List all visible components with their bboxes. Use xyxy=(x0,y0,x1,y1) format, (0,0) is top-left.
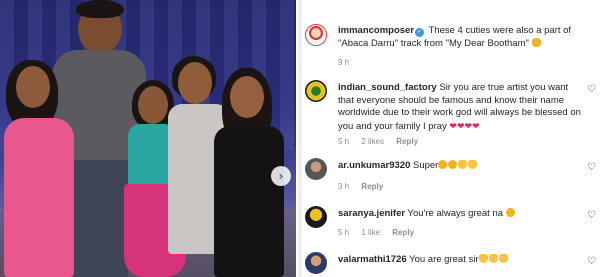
comment-1-meta: 5 h 2 likes Reply xyxy=(338,137,428,146)
comment-2-reply-button[interactable]: Reply xyxy=(361,182,383,191)
comment-4-block: valarmathi1726 You are great sir xyxy=(338,254,584,267)
clapping-hands-emoji-icon xyxy=(488,254,498,263)
like-comment-3-heart-icon[interactable]: ♡ xyxy=(587,210,596,221)
comment-3-likes[interactable]: 1 like xyxy=(361,228,380,237)
comment-2-username[interactable]: ar.unkumar9320 xyxy=(338,160,410,171)
post-photo[interactable]: › xyxy=(0,0,296,277)
chevron-right-icon: › xyxy=(278,169,284,183)
comment-3-text: You're always great na xyxy=(407,208,504,219)
clapping-hands-emoji-icon xyxy=(478,254,488,263)
comment-3-block: saranya.jenifer You're always great na xyxy=(338,208,584,221)
comment-3-meta: 5 h 1 like Reply xyxy=(338,228,424,237)
avatar-valarmathi1726[interactable] xyxy=(305,252,327,274)
comment-2-text: Super xyxy=(413,160,439,171)
comment-2-meta: 3 h Reply xyxy=(338,182,393,191)
like-comment-4-heart-icon[interactable]: ♡ xyxy=(587,256,596,267)
next-photo-button[interactable]: › xyxy=(271,166,291,186)
caption-text-block: immancomposer ✓ These 4 cuties were also … xyxy=(338,25,584,50)
comment-3-username[interactable]: saranya.jenifer xyxy=(338,208,405,219)
comment-1-block: indian_sound_factory Sir you are true ar… xyxy=(338,82,584,133)
like-comment-2-heart-icon[interactable]: ♡ xyxy=(587,162,596,173)
thumbs-up-emoji-icon xyxy=(531,37,541,47)
clapping-hands-emoji-icon xyxy=(498,254,508,263)
comment-4-username[interactable]: valarmathi1726 xyxy=(338,254,407,265)
clapping-hands-emoji-icon xyxy=(468,160,478,169)
comment-4-text: You are great sir xyxy=(409,254,479,265)
caption-time: 9 h xyxy=(338,58,350,67)
caption-meta: 9 h xyxy=(338,58,359,67)
comment-1-username[interactable]: indian_sound_factory xyxy=(338,82,437,93)
comment-3-time: 5 h xyxy=(338,228,350,237)
comment-1-reply-button[interactable]: Reply xyxy=(396,137,418,146)
comment-3-reply-button[interactable]: Reply xyxy=(392,228,414,237)
comment-2-block: ar.unkumar9320 Super xyxy=(338,160,584,173)
heart-eyes-emoji-icon xyxy=(448,160,458,169)
scrollbar[interactable] xyxy=(298,0,302,277)
avatar-indian-sound-factory[interactable] xyxy=(305,80,327,102)
comment-2-time: 3 h xyxy=(338,182,350,191)
like-comment-1-heart-icon[interactable]: ♡ xyxy=(587,84,596,95)
avatar-immancomposer[interactable] xyxy=(305,24,327,46)
heart-eyes-emoji-icon xyxy=(438,160,448,169)
smiling-face-emoji-icon xyxy=(505,208,515,217)
verified-badge-icon: ✓ xyxy=(415,28,425,37)
comment-1-likes[interactable]: 2 likes xyxy=(361,137,384,146)
red-hearts-emoji-icon: ❤❤❤❤ xyxy=(449,120,480,131)
clapping-hands-emoji-icon xyxy=(458,160,468,169)
comment-1-time: 5 h xyxy=(338,137,350,146)
avatar-ar-unkumar9320[interactable] xyxy=(305,158,327,180)
avatar-saranya-jenifer[interactable] xyxy=(305,206,327,228)
caption-username[interactable]: immancomposer xyxy=(338,25,414,36)
